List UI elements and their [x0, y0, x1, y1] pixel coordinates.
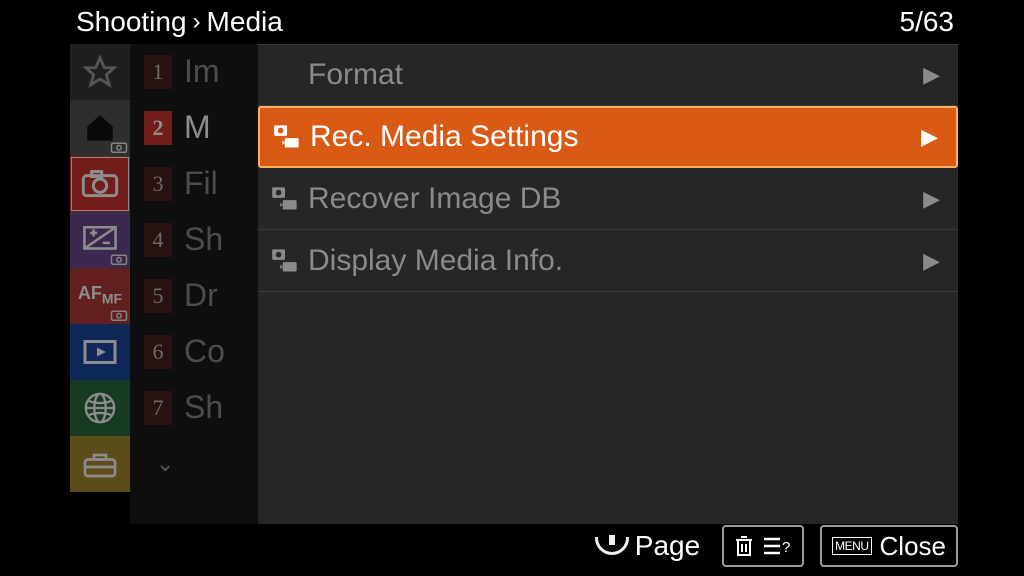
- menu-item-label: Format: [308, 58, 915, 92]
- tab-focus[interactable]: AFMF: [70, 268, 130, 324]
- section-index-badge: 1: [144, 55, 172, 89]
- submenu-panel: Format ▶ Rec. Media Settings ▶ Recover I…: [258, 44, 958, 524]
- section-index-item-1[interactable]: 1 Im: [130, 44, 258, 100]
- tab-network[interactable]: [70, 380, 130, 436]
- menu-item-rec-media-settings[interactable]: Rec. Media Settings ▶: [258, 106, 958, 168]
- section-index-badge: 2: [144, 111, 172, 145]
- tab-exposure[interactable]: [70, 212, 130, 268]
- close-button-label: Close: [880, 531, 946, 562]
- menu-item-recover-image-db[interactable]: Recover Image DB ▶: [258, 168, 958, 230]
- breadcrumb: Shooting › Media: [76, 6, 283, 38]
- section-index-label: Dr: [184, 277, 218, 314]
- footer-hints: Page ? MENU Close: [70, 522, 958, 570]
- section-index-item-2[interactable]: 2 M: [130, 100, 258, 156]
- toolbox-icon: [82, 449, 118, 479]
- section-index-item-5[interactable]: 5 Dr: [130, 268, 258, 324]
- section-index-item-6[interactable]: 6 Co: [130, 324, 258, 380]
- page-counter: 5/63: [900, 6, 955, 38]
- menu-item-label: Rec. Media Settings: [310, 120, 913, 154]
- section-index-scroll-down[interactable]: ⌄: [130, 436, 258, 492]
- page-hint-label: Page: [635, 530, 700, 562]
- section-index-label: Sh: [184, 389, 223, 426]
- list-question-icon: ?: [762, 535, 792, 557]
- wheel-icon: [595, 537, 629, 555]
- section-index-label: Sh: [184, 221, 223, 258]
- section-index-label: Fil: [184, 165, 218, 202]
- section-index-badge: 4: [144, 223, 172, 257]
- camera-badge-icon: [110, 252, 128, 266]
- chevron-right-icon: ▶: [923, 248, 940, 274]
- breadcrumb-section: Shooting: [76, 6, 187, 38]
- star-icon: [83, 55, 117, 89]
- section-index-item-7[interactable]: 7 Sh: [130, 380, 258, 436]
- section-index-column: 1 Im 2 M 3 Fil 4 Sh 5 Dr 6 Co: [130, 44, 258, 524]
- camera-badge-icon: [110, 140, 128, 154]
- camera-icon: [80, 168, 120, 200]
- afmf-icon: AFMF: [78, 285, 122, 307]
- section-index-badge: 6: [144, 335, 172, 369]
- chevron-right-icon: ▶: [923, 186, 940, 212]
- close-button[interactable]: MENU Close: [820, 525, 958, 567]
- tab-setup[interactable]: [70, 436, 130, 492]
- section-index-badge: 7: [144, 391, 172, 425]
- menu-badge-icon: MENU: [832, 537, 871, 555]
- svg-text:?: ?: [782, 539, 790, 556]
- help-button[interactable]: ?: [722, 525, 804, 567]
- page-hint: Page: [595, 530, 700, 562]
- trash-icon: [734, 534, 754, 558]
- exposure-icon: [83, 225, 117, 255]
- breadcrumb-separator-icon: ›: [193, 8, 201, 36]
- chevron-right-icon: ▶: [921, 124, 938, 150]
- section-index-badge: 3: [144, 167, 172, 201]
- section-index-label: M: [184, 109, 211, 146]
- still-video-icon: [270, 185, 300, 213]
- still-video-icon: [272, 123, 302, 151]
- tab-icon-column: AFMF: [70, 44, 130, 492]
- section-index-label: Co: [184, 333, 225, 370]
- section-index-label: Im: [184, 53, 220, 90]
- play-icon: [82, 338, 118, 366]
- breadcrumb-page: Media: [207, 6, 283, 38]
- menu-item-format[interactable]: Format ▶: [258, 44, 958, 106]
- section-index-badge: 5: [144, 279, 172, 313]
- menu-item-label: Display Media Info.: [308, 244, 915, 278]
- menu-item-display-media-info[interactable]: Display Media Info. ▶: [258, 230, 958, 292]
- menu-item-label: Recover Image DB: [308, 182, 915, 216]
- section-index-item-3[interactable]: 3 Fil: [130, 156, 258, 212]
- tab-shooting[interactable]: [70, 156, 130, 212]
- tab-playback[interactable]: [70, 324, 130, 380]
- section-index-item-4[interactable]: 4 Sh: [130, 212, 258, 268]
- camera-badge-icon: [110, 308, 128, 322]
- still-video-icon: [270, 247, 300, 275]
- chevron-down-icon: ⌄: [156, 451, 174, 477]
- chevron-right-icon: ▶: [923, 62, 940, 88]
- globe-icon: [83, 391, 117, 425]
- tab-main[interactable]: [70, 100, 130, 156]
- tab-favorites[interactable]: [70, 44, 130, 100]
